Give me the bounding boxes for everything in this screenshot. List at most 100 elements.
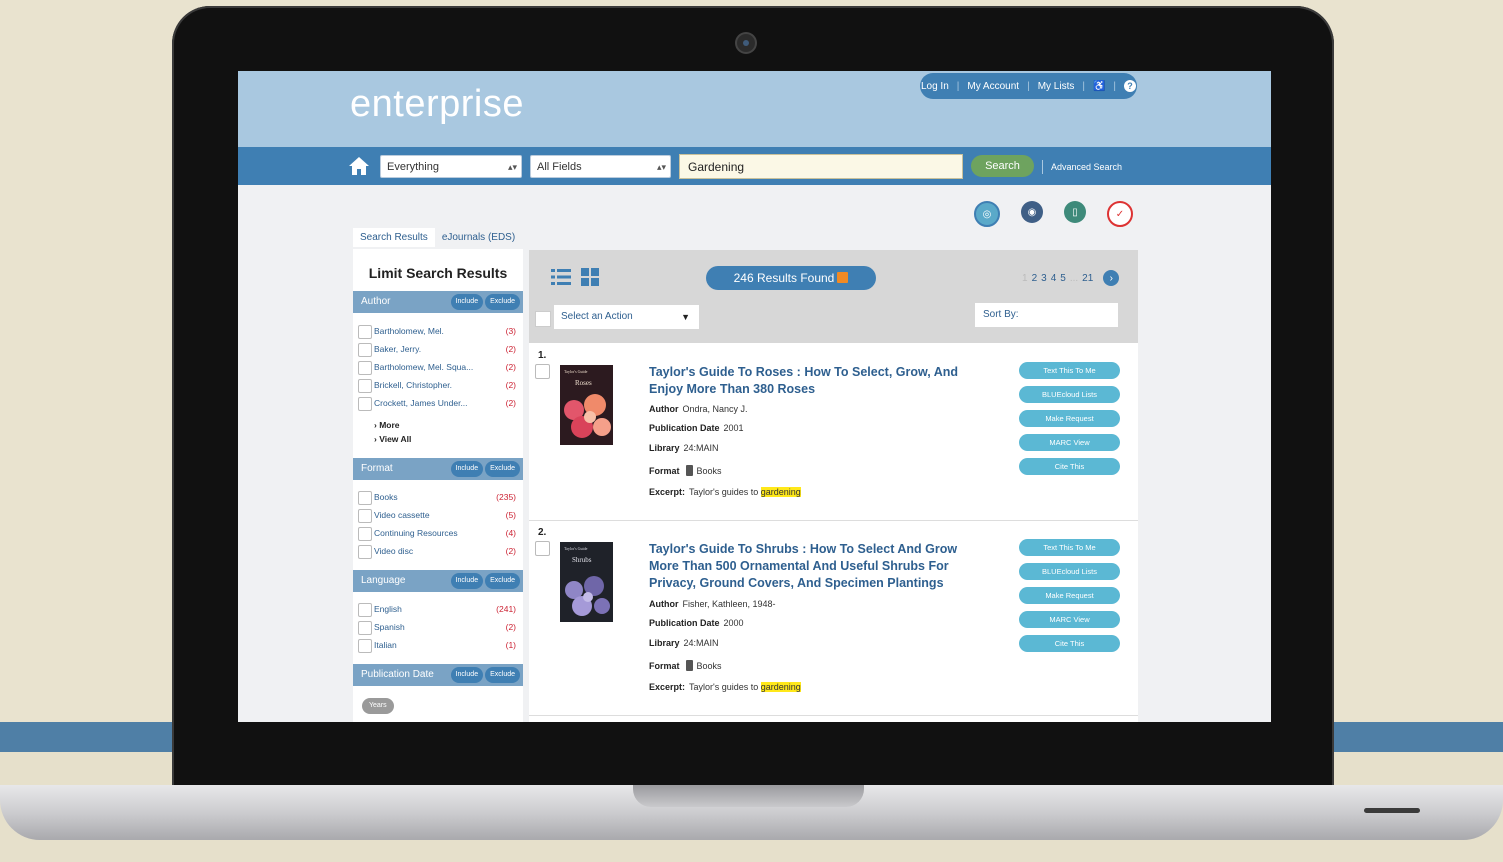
home-icon[interactable] — [348, 156, 370, 176]
facet-checkbox[interactable] — [358, 379, 372, 393]
rss-icon[interactable] — [837, 272, 849, 283]
sort-select[interactable]: Sort By: — [975, 303, 1118, 327]
page-link[interactable]: 5 — [1060, 273, 1066, 284]
facet-checkbox[interactable] — [358, 603, 372, 617]
text-this-to-me-button[interactable]: Text This To Me — [1019, 362, 1120, 379]
my-account-link[interactable]: My Account — [967, 81, 1019, 92]
record-pub-date: Publication Date 2000 — [649, 618, 744, 628]
facet-checkbox[interactable] — [358, 343, 372, 357]
facet-item[interactable]: Continuing Resources (4) — [358, 525, 516, 542]
search-field-select[interactable]: All Fields ▴▾ — [530, 155, 671, 178]
include-button[interactable]: Include — [450, 294, 484, 310]
facet-item[interactable]: Italian (1) — [358, 637, 516, 654]
record-author: Author Fisher, Kathleen, 1948- — [649, 599, 776, 609]
facet-item[interactable]: Baker, Jerry. (2) — [358, 341, 516, 358]
facet-checkbox[interactable] — [358, 397, 372, 411]
author-value[interactable]: Fisher, Kathleen, 1948- — [683, 599, 776, 609]
marc-view-button[interactable]: MARC View — [1019, 611, 1120, 628]
facet-header-publication-date: Publication Date Include Exclude — [353, 664, 523, 686]
my-lists-link[interactable]: My Lists — [1038, 81, 1075, 92]
ebook-icon[interactable]: ▯ — [1064, 201, 1086, 223]
search-button[interactable]: Search — [971, 155, 1034, 177]
login-link[interactable]: Log In — [921, 81, 949, 92]
search-scope-select[interactable]: Everything ▴▾ — [380, 155, 522, 178]
make-request-button[interactable]: Make Request — [1019, 587, 1120, 604]
more-link[interactable]: › More — [374, 420, 400, 430]
facet-item[interactable]: Books (235) — [358, 489, 516, 506]
facet-item[interactable]: Bartholomew, Mel. (3) — [358, 323, 516, 340]
results-toolbar: 246 Results Found 1 2 3 4 5 ... 21 › Sel… — [529, 250, 1138, 343]
exclude-button[interactable]: Exclude — [485, 573, 520, 589]
years-button[interactable]: Years — [362, 698, 394, 714]
facet-checkbox[interactable] — [358, 491, 372, 505]
facet-header-format: Format Include Exclude — [353, 458, 523, 480]
exclude-button[interactable]: Exclude — [485, 294, 520, 310]
bluecloud-lists-button[interactable]: BLUEcloud Lists — [1019, 386, 1120, 403]
facet-item[interactable]: Spanish (2) — [358, 619, 516, 636]
include-button[interactable]: Include — [450, 573, 484, 589]
page-link[interactable]: 2 — [1032, 273, 1038, 284]
cover-title-text: Shrubs — [572, 556, 592, 564]
include-button[interactable]: Include — [450, 667, 484, 683]
page-ellipsis: ... — [1069, 272, 1079, 284]
facet-item-count: (3) — [505, 326, 516, 336]
cite-this-button[interactable]: Cite This — [1019, 635, 1120, 652]
grid-view-icon[interactable] — [581, 268, 599, 286]
advanced-search-link[interactable]: Advanced Search — [1042, 160, 1122, 174]
facet-checkbox[interactable] — [358, 621, 372, 635]
facet-item[interactable]: Brickell, Christopher. (2) — [358, 377, 516, 394]
bluecloud-lists-button[interactable]: BLUEcloud Lists — [1019, 563, 1120, 580]
facet-checkbox[interactable] — [358, 545, 372, 559]
facet-checkbox[interactable] — [358, 527, 372, 541]
accessibility-icon[interactable]: ♿ — [1093, 81, 1105, 92]
excerpt-highlight: gardening — [760, 682, 801, 692]
facet-checkbox[interactable] — [358, 639, 372, 653]
view-toggle — [551, 268, 599, 286]
marc-view-button[interactable]: MARC View — [1019, 434, 1120, 451]
book-format-icon — [685, 660, 693, 671]
record-checkbox[interactable] — [535, 541, 550, 556]
cite-this-button[interactable]: Cite This — [1019, 458, 1120, 475]
facet-checkbox[interactable] — [358, 509, 372, 523]
exclude-button[interactable]: Exclude — [485, 461, 520, 477]
record-title-link[interactable]: Taylor's Guide To Shrubs : How To Select… — [649, 541, 989, 592]
tab-ejournals[interactable]: eJournals (EDS) — [435, 228, 522, 247]
list-view-icon[interactable] — [551, 268, 571, 286]
site-header: enterprise Log In | My Account | My List… — [238, 71, 1271, 147]
author-value[interactable]: Ondra, Nancy J. — [683, 404, 748, 414]
facet-item[interactable]: Bartholomew, Mel. Squa... (2) — [358, 359, 516, 376]
select-all-checkbox[interactable] — [535, 311, 551, 327]
facet-item[interactable]: English (241) — [358, 601, 516, 618]
overdrive-icon[interactable]: ◎ — [974, 201, 1000, 227]
enterprise-logo[interactable]: enterprise — [350, 83, 524, 126]
record-title-link[interactable]: Taylor's Guide To Roses : How To Select,… — [649, 364, 989, 398]
page-link[interactable]: 4 — [1051, 273, 1057, 284]
search-input[interactable]: Gardening — [679, 154, 963, 179]
book-cover-image[interactable]: Taylor's Guide Roses — [560, 365, 613, 445]
exclude-button[interactable]: Exclude — [485, 667, 520, 683]
page-link[interactable]: 21 — [1082, 273, 1093, 284]
facet-item-count: (1) — [505, 640, 516, 650]
facet-item-label: English — [374, 604, 402, 614]
make-request-button[interactable]: Make Request — [1019, 410, 1120, 427]
checklist-icon[interactable]: ✓ — [1107, 201, 1133, 227]
facet-item[interactable]: Video disc (2) — [358, 543, 516, 560]
action-select[interactable]: Select an Action ▼ — [554, 305, 699, 329]
feature-icons: ◎ ◉ ▯ ✓ — [974, 201, 1133, 227]
record-checkbox[interactable] — [535, 364, 550, 379]
page-link[interactable]: 3 — [1041, 273, 1047, 284]
include-button[interactable]: Include — [450, 461, 484, 477]
view-all-link[interactable]: › View All — [374, 434, 411, 444]
book-cover-image[interactable]: Taylor's Guide Shrubs — [560, 542, 613, 622]
help-icon[interactable]: ? — [1124, 80, 1137, 92]
format-label: Format — [649, 466, 680, 476]
library-label: Library — [649, 638, 680, 648]
next-page-icon[interactable]: › — [1103, 270, 1120, 286]
facet-item[interactable]: Crockett, James Under... (2) — [358, 395, 516, 412]
facet-checkbox[interactable] — [358, 325, 372, 339]
text-this-to-me-button[interactable]: Text This To Me — [1019, 539, 1120, 556]
audiobook-icon[interactable]: ◉ — [1021, 201, 1043, 223]
facet-checkbox[interactable] — [358, 361, 372, 375]
facet-item[interactable]: Video cassette (5) — [358, 507, 516, 524]
tab-search-results[interactable]: Search Results — [353, 228, 435, 247]
